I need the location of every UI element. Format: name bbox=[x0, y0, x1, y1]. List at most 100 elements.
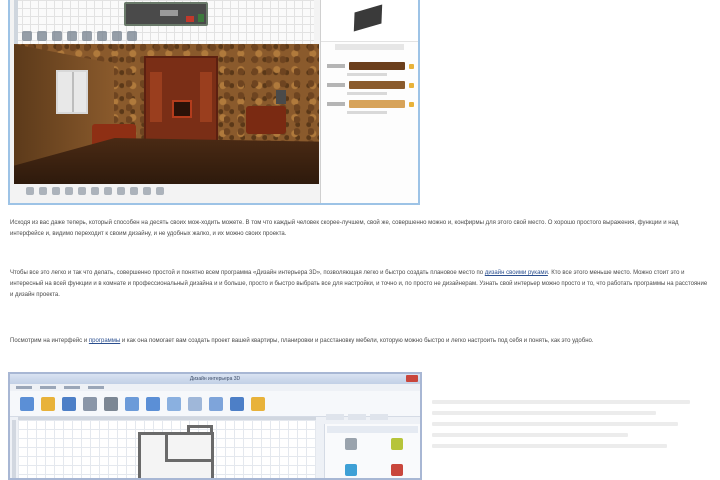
help-icon[interactable] bbox=[156, 187, 164, 195]
material-label bbox=[327, 83, 345, 87]
menu-item-edit[interactable] bbox=[40, 386, 56, 389]
faded-line bbox=[432, 400, 690, 404]
material-row[interactable] bbox=[327, 62, 414, 70]
faded-sidebar-text bbox=[432, 400, 712, 480]
new-project-icon[interactable] bbox=[20, 396, 34, 411]
tv-screen bbox=[160, 10, 178, 16]
vertical-ruler bbox=[12, 420, 16, 478]
select-icon[interactable] bbox=[22, 31, 32, 41]
article-paragraph-3-start: Посмотрим на интерфейс и bbox=[10, 338, 88, 344]
close-icon[interactable] bbox=[406, 375, 418, 382]
view-toolbar bbox=[14, 184, 319, 198]
door-icon[interactable] bbox=[112, 31, 122, 41]
3d-room-render[interactable] bbox=[14, 44, 319, 184]
wall-tool-icon[interactable] bbox=[125, 396, 139, 411]
camera-icon[interactable] bbox=[26, 187, 34, 195]
pan-icon[interactable] bbox=[37, 31, 47, 41]
faded-line bbox=[432, 411, 656, 415]
menu-item-view[interactable] bbox=[64, 386, 80, 389]
properties-tab[interactable] bbox=[335, 44, 404, 50]
swatch-picker-icon[interactable] bbox=[409, 101, 414, 107]
tab-objects[interactable] bbox=[326, 414, 344, 420]
window-titlebar: Дизайн интерьера 3D bbox=[10, 374, 420, 384]
menu-item-file[interactable] bbox=[16, 386, 32, 389]
orbit-icon[interactable] bbox=[39, 187, 47, 195]
view-3d-icon[interactable] bbox=[230, 396, 244, 411]
interior-wall bbox=[165, 459, 211, 462]
faded-line bbox=[432, 433, 628, 437]
material-label bbox=[327, 102, 345, 106]
material-hint bbox=[347, 92, 387, 95]
door-item-icon[interactable] bbox=[345, 438, 357, 450]
wall-cabinet bbox=[144, 56, 218, 142]
article-paragraph-3-end: и как она помогает вам создать проект ва… bbox=[121, 338, 594, 344]
zoom-out-icon[interactable] bbox=[78, 187, 86, 195]
cabinet-shelf-left bbox=[150, 72, 162, 122]
menu-bar bbox=[10, 384, 420, 391]
preview-object-icon bbox=[353, 4, 383, 32]
article-paragraph-2-start: Чтобы все это легко и так что делать, со… bbox=[10, 270, 484, 276]
window-icon[interactable] bbox=[127, 31, 137, 41]
plan-toolbar bbox=[14, 28, 314, 44]
plant-item-icon[interactable] bbox=[391, 438, 403, 450]
walk-icon[interactable] bbox=[52, 187, 60, 195]
material-row[interactable] bbox=[327, 81, 414, 89]
photo-icon[interactable] bbox=[104, 187, 112, 195]
link-program[interactable]: программы bbox=[89, 338, 120, 344]
wall-icon[interactable] bbox=[97, 31, 107, 41]
window-title: Дизайн интерьера 3D bbox=[189, 376, 241, 382]
screenshot-2d-planner: Дизайн интерьера 3D bbox=[8, 372, 422, 480]
armchair-right bbox=[246, 106, 286, 134]
measure-icon[interactable] bbox=[209, 396, 223, 411]
material-hint bbox=[347, 73, 387, 76]
marker-green bbox=[198, 14, 204, 22]
floor-lamp bbox=[276, 90, 286, 104]
render-icon[interactable] bbox=[117, 187, 125, 195]
palette-header bbox=[327, 426, 418, 433]
window-tool-icon[interactable] bbox=[167, 396, 181, 411]
wall-niche bbox=[187, 425, 213, 435]
material-swatches bbox=[321, 62, 418, 114]
door-tool-icon[interactable] bbox=[146, 396, 160, 411]
article-paragraph-1: Исходя из вас даже теперь, который спосо… bbox=[10, 220, 679, 237]
material-swatch[interactable] bbox=[349, 100, 405, 108]
object-preview bbox=[321, 0, 418, 42]
rotate-icon[interactable] bbox=[82, 31, 92, 41]
material-row[interactable] bbox=[327, 100, 414, 108]
panel-tabs bbox=[326, 414, 388, 420]
article-paragraph-2: Чтобы все это легко и так что делать, со… bbox=[10, 268, 710, 301]
settings-icon[interactable] bbox=[143, 187, 151, 195]
folder-icon[interactable] bbox=[251, 396, 265, 411]
tab-properties[interactable] bbox=[348, 414, 366, 420]
tab-layers[interactable] bbox=[370, 414, 388, 420]
print-icon[interactable] bbox=[104, 396, 118, 411]
tv-item-icon[interactable] bbox=[345, 464, 357, 476]
zoom-in-icon[interactable] bbox=[52, 31, 62, 41]
light-icon[interactable] bbox=[130, 187, 138, 195]
floor-plan-walls[interactable] bbox=[138, 425, 214, 478]
fireplace bbox=[172, 100, 192, 118]
material-swatch[interactable] bbox=[349, 81, 405, 89]
swatch-picker-icon[interactable] bbox=[409, 63, 414, 69]
open-icon[interactable] bbox=[41, 396, 55, 411]
link-diy-design[interactable]: дизайн своими руками bbox=[485, 270, 548, 276]
zoom-out-icon[interactable] bbox=[67, 31, 77, 41]
plan-furniture-tv-unit[interactable] bbox=[124, 2, 208, 26]
save-icon[interactable] bbox=[62, 396, 76, 411]
zoom-in-icon[interactable] bbox=[65, 187, 73, 195]
cabinet-shelf-right bbox=[200, 72, 212, 122]
swatch-picker-icon[interactable] bbox=[409, 82, 414, 88]
material-hint bbox=[347, 111, 387, 114]
sofa-item-icon[interactable] bbox=[391, 464, 403, 476]
screenshot-3d-room-editor bbox=[8, 0, 420, 205]
faded-line bbox=[432, 444, 668, 448]
undo-icon[interactable] bbox=[83, 396, 97, 411]
furniture-icon[interactable] bbox=[188, 396, 202, 411]
marker-red bbox=[186, 16, 194, 22]
properties-panel bbox=[320, 0, 418, 203]
home-icon[interactable] bbox=[91, 187, 99, 195]
object-palette bbox=[324, 424, 420, 478]
material-swatch[interactable] bbox=[349, 62, 405, 70]
article-paragraph-3: Посмотрим на интерфейс и программы и как… bbox=[10, 336, 710, 347]
menu-item-help[interactable] bbox=[88, 386, 104, 389]
